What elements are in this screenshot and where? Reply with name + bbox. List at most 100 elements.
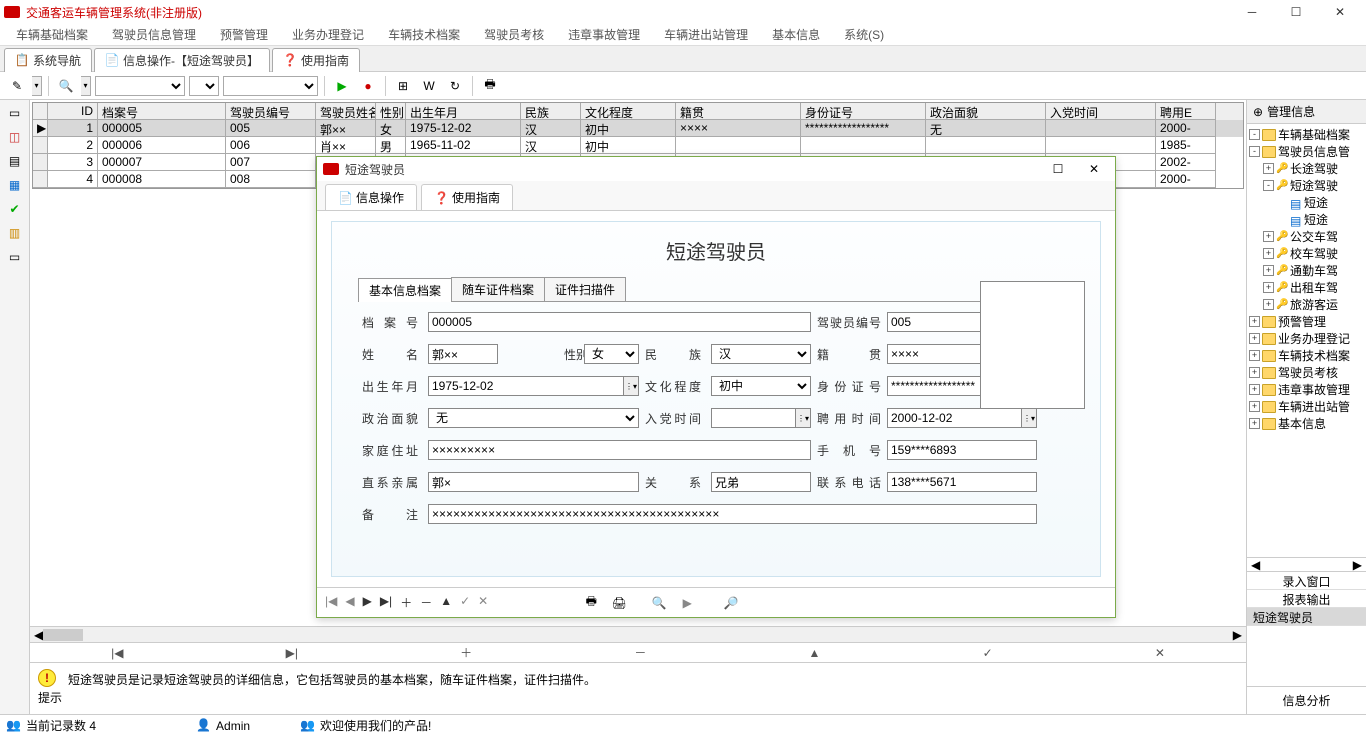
dialog-close-icon[interactable]: ✕ xyxy=(1079,159,1109,179)
nav-post[interactable]: ✓ xyxy=(983,646,993,660)
tree-node[interactable]: -🔑短途驾驶 xyxy=(1249,177,1366,194)
excel-icon[interactable]: ⊞ xyxy=(392,75,414,97)
print-icon[interactable]: 🖶 xyxy=(580,592,602,614)
search-icon[interactable]: 🔍 xyxy=(55,75,77,97)
party-picker-icon[interactable]: ⋮▾ xyxy=(795,408,811,428)
tree-hscroll[interactable]: ◀▶ xyxy=(1247,557,1366,571)
tree-node[interactable]: +车辆技术档案 xyxy=(1249,347,1366,364)
sidebar-btn-7[interactable]: ▭ xyxy=(5,248,25,266)
rb-report[interactable]: 报表输出 xyxy=(1247,590,1366,608)
minimize-button[interactable]: ─ xyxy=(1230,0,1274,24)
name-field[interactable] xyxy=(428,344,498,364)
hire-field[interactable] xyxy=(887,408,1021,428)
dialog-tab-guide[interactable]: ❓使用指南 xyxy=(421,184,513,210)
menu-business[interactable]: 业务办理登记 xyxy=(280,24,376,45)
rb-current[interactable]: 短途驾驶员 xyxy=(1247,608,1366,626)
tree-node[interactable]: ▤短途 xyxy=(1249,194,1366,211)
dob-field[interactable] xyxy=(428,376,623,396)
menu-violation[interactable]: 违章事故管理 xyxy=(556,24,652,45)
dnav-cancel[interactable]: ✕ xyxy=(478,594,488,611)
dnav-del[interactable]: － xyxy=(420,594,432,611)
tree-node[interactable]: +基本信息 xyxy=(1249,415,1366,432)
tree-node[interactable]: +违章事故管理 xyxy=(1249,381,1366,398)
tree-node[interactable]: ▤短途 xyxy=(1249,211,1366,228)
close-button[interactable]: ✕ xyxy=(1318,0,1362,24)
tree-node[interactable]: +车辆进出站管 xyxy=(1249,398,1366,415)
printer-setup-icon[interactable]: 🖨 xyxy=(608,592,630,614)
run-icon[interactable]: ▶ xyxy=(331,75,353,97)
dnav-last[interactable]: ▶| xyxy=(380,594,392,611)
tree-node[interactable]: +🔑公交车驾 xyxy=(1249,228,1366,245)
sidebar-btn-6[interactable]: ▥ xyxy=(5,224,25,242)
mobile-field[interactable] xyxy=(887,440,1037,460)
dnav-next[interactable]: ▶ xyxy=(363,594,372,611)
rb-entry[interactable]: 录入窗口 xyxy=(1247,572,1366,590)
search-dropdown[interactable]: ▾ xyxy=(81,76,91,96)
filter-op[interactable] xyxy=(189,76,219,96)
horizontal-scrollbar[interactable]: ◀▶ xyxy=(30,626,1246,642)
menu-system[interactable]: 系统(S) xyxy=(832,24,896,45)
maximize-button[interactable]: ☐ xyxy=(1274,0,1318,24)
party-field[interactable] xyxy=(711,408,795,428)
record-icon[interactable]: ● xyxy=(357,75,379,97)
filter-value[interactable] xyxy=(223,76,318,96)
sidebar-btn-1[interactable]: ▭ xyxy=(5,104,25,122)
tree-node[interactable]: +🔑通勤车驾 xyxy=(1249,262,1366,279)
dialog-tab-info[interactable]: 📄信息操作 xyxy=(325,184,417,210)
dnav-first[interactable]: |◀ xyxy=(325,594,337,611)
filter-field-1[interactable] xyxy=(95,76,185,96)
remark-field[interactable] xyxy=(428,504,1037,524)
tree-node[interactable]: +驾驶员考核 xyxy=(1249,364,1366,381)
find-icon[interactable]: 🔎 xyxy=(720,592,742,614)
dnav-prev[interactable]: ◀ xyxy=(345,594,354,611)
addr-field[interactable] xyxy=(428,440,811,460)
tree-node[interactable]: +🔑旅游客运 xyxy=(1249,296,1366,313)
sex-select[interactable]: 女 xyxy=(584,344,639,364)
subtab-cert[interactable]: 随车证件档案 xyxy=(451,277,545,301)
sidebar-btn-5[interactable]: ✔ xyxy=(5,200,25,218)
dnav-post[interactable]: ✓ xyxy=(460,594,470,611)
tree-node[interactable]: +🔑出租车驾 xyxy=(1249,279,1366,296)
table-row[interactable]: ▶1000005005郭××女1975-12-02汉初中××××********… xyxy=(33,120,1243,137)
dnav-edit[interactable]: ▲ xyxy=(440,594,452,611)
tree-node[interactable]: +🔑校车驾驶 xyxy=(1249,245,1366,262)
hire-picker-icon[interactable]: ⋮▾ xyxy=(1021,408,1037,428)
subtab-scan[interactable]: 证件扫描件 xyxy=(544,277,626,301)
tab-system-nav[interactable]: 📋系统导航 xyxy=(4,48,92,72)
menu-basic-info[interactable]: 基本信息 xyxy=(760,24,832,45)
subtab-basic[interactable]: 基本信息档案 xyxy=(358,278,452,302)
sidebar-btn-4[interactable]: ▦ xyxy=(5,176,25,194)
sidebar-btn-3[interactable]: ▤ xyxy=(5,152,25,170)
dob-picker-icon[interactable]: ⋮▾ xyxy=(623,376,639,396)
seek-icon[interactable]: ▶ xyxy=(676,592,698,614)
sidebar-btn-2[interactable]: ◫ xyxy=(5,128,25,146)
preview-icon[interactable]: 🔍 xyxy=(648,592,670,614)
nav-delete[interactable]: － xyxy=(634,644,646,661)
menu-tech-archives[interactable]: 车辆技术档案 xyxy=(376,24,472,45)
print-icon[interactable]: 🖶 xyxy=(479,75,501,97)
menu-vehicle-archives[interactable]: 车辆基础档案 xyxy=(4,24,100,45)
kin-field[interactable] xyxy=(428,472,639,492)
rel-field[interactable] xyxy=(711,472,811,492)
tab-info-op[interactable]: 📄信息操作-【短途驾驶员】 xyxy=(94,48,270,72)
edit-icon[interactable]: ✎ xyxy=(6,75,28,97)
edu-select[interactable]: 初中 xyxy=(711,376,811,396)
dnav-add[interactable]: ＋ xyxy=(400,594,412,611)
file-no-field[interactable] xyxy=(428,312,811,332)
nav-prevpage[interactable]: ▶| xyxy=(286,646,298,660)
nav-edit[interactable]: ▲ xyxy=(809,646,821,660)
refresh-icon[interactable]: ↻ xyxy=(444,75,466,97)
menu-warning[interactable]: 预警管理 xyxy=(208,24,280,45)
edit-dropdown[interactable]: ▾ xyxy=(32,76,42,96)
tree-node[interactable]: +🔑长途驾驶 xyxy=(1249,160,1366,177)
tree-node[interactable]: +业务办理登记 xyxy=(1249,330,1366,347)
pol-select[interactable]: 无 xyxy=(428,408,639,428)
menu-station[interactable]: 车辆进出站管理 xyxy=(652,24,760,45)
menu-driver-info[interactable]: 驾驶员信息管理 xyxy=(100,24,208,45)
word-icon[interactable]: W xyxy=(418,75,440,97)
tree-node[interactable]: -驾驶员信息管 xyxy=(1249,143,1366,160)
table-row[interactable]: 2000006006肖××男1965-11-02汉初中1985- xyxy=(33,137,1243,154)
nav-cancel[interactable]: ✕ xyxy=(1155,646,1165,660)
nav-tree[interactable]: -车辆基础档案-驾驶员信息管+🔑长途驾驶-🔑短途驾驶▤短途▤短途+🔑公交车驾+🔑… xyxy=(1247,124,1366,557)
dialog-maximize-icon[interactable]: ☐ xyxy=(1043,159,1073,179)
